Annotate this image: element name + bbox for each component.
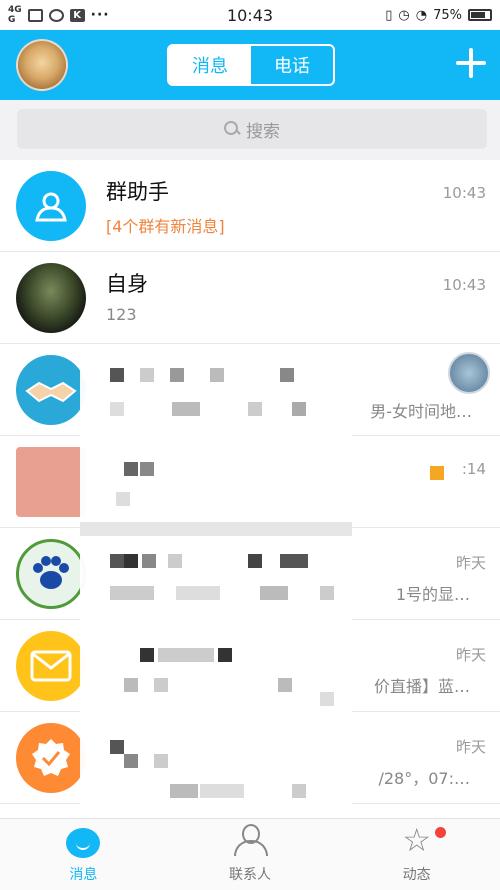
signal-top-label: 4G [8,5,22,15]
conversation-name: 群助手 [106,180,169,204]
tab-messages-bottom[interactable]: 消息 [0,819,167,890]
status-right-icons: ▯ ◷ ◔ 75% [385,8,492,23]
conversation-preview: 男-女时间地… [370,402,472,421]
privacy-mosaic [80,346,352,818]
search-area: 搜索 [0,100,500,160]
tab-label: 联系人 [229,867,271,883]
blurred-avatar [16,447,86,517]
signal-bottom-label: G [8,15,16,25]
tab-label: 动态 [402,867,431,883]
conversation-time: 10:43 [442,276,486,294]
more-dots-icon: ··· [90,7,110,23]
handshake-icon [16,355,86,425]
conversation-time: 昨天 [455,554,486,572]
conversation-row[interactable]: 自身 123 10:43 [0,252,500,344]
star-icon: ☆ [402,821,432,859]
battery-percent: 75% [433,7,462,23]
my-avatar[interactable] [16,39,68,91]
conversation-preview: [4个群有新消息] [106,217,225,236]
search-icon [224,121,240,137]
gallery-icon [27,8,43,22]
segmented-tabs: 消息 电话 [167,44,335,86]
contacts-icon [232,824,268,858]
wifi-icon: ◔ [415,7,428,23]
conversation-preview: 123 [106,305,137,324]
signal-icon: 4G G [8,5,22,25]
conversation-time: :14 [461,460,486,478]
sync-icon [48,8,64,22]
tab-calls[interactable]: 电话 [251,46,333,84]
self-avatar [16,263,86,333]
status-bar: 4G G K ··· 10:43 ▯ ◷ ◔ 75% [0,0,500,30]
bottom-tab-bar: 消息 联系人 ☆ 动态 [0,818,500,890]
status-left-icons: 4G G K ··· [8,5,110,25]
add-plus-icon[interactable] [454,46,488,80]
conversation-time: 昨天 [455,738,486,756]
group-helper-icon [16,171,86,241]
status-time: 10:43 [226,5,274,25]
search-input[interactable]: 搜索 [17,109,487,149]
tab-label: 消息 [69,867,98,883]
conversation-row[interactable]: 群助手 [4个群有新消息] 10:43 [0,160,500,252]
k-app-icon: K [69,8,85,22]
conversation-time: 10:43 [442,184,486,202]
tab-contacts[interactable]: 联系人 [167,819,334,890]
battery-icon [468,9,492,21]
vibrate-icon: ▯ [385,7,393,23]
chat-bubble-icon [66,828,101,858]
conversation-preview: /28°，07:… [378,769,470,788]
tab-feed[interactable]: ☆ 动态 [333,819,500,890]
search-placeholder: 搜索 [246,121,280,142]
alarm-icon: ◷ [398,7,410,23]
conversation-preview: 1号的显… [395,585,470,604]
conversation-preview: 价直播】蓝… [373,677,470,696]
status-square [430,466,444,480]
notification-dot [435,827,447,838]
badge-check-icon [16,723,86,793]
conversation-name: 自身 [106,272,148,296]
conversation-time: 昨天 [455,646,486,664]
tab-messages[interactable]: 消息 [169,46,251,84]
member-mini-avatar [448,352,490,394]
paw-logo [16,539,86,609]
mail-icon [16,631,86,701]
app-header: 消息 电话 [0,30,500,100]
